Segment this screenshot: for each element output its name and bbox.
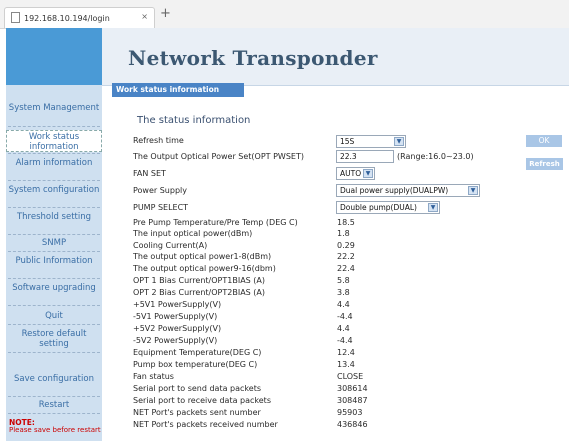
- status-label: +5V2 PowerSupply(V): [133, 324, 222, 333]
- status-value: 13.4: [337, 360, 355, 369]
- power-supply-value: Dual power supply(DUALPW): [340, 186, 449, 195]
- fan-set-label: FAN SET: [133, 169, 166, 178]
- chevron-down-icon: ▼: [468, 186, 478, 195]
- refresh-button[interactable]: Refresh: [526, 158, 563, 170]
- status-value: -4.4: [337, 312, 353, 321]
- sidebar-divider: [8, 153, 100, 154]
- sidebar-item-public-information[interactable]: Public Information: [6, 256, 102, 266]
- pump-select-select[interactable]: Double pump(DUAL) ▼: [336, 201, 440, 214]
- status-value: -4.4: [337, 336, 353, 345]
- sidebar-item-software-upgrading[interactable]: Software upgrading: [6, 283, 102, 293]
- status-label: OPT 1 Bias Current/OPT1BIAS (A): [133, 276, 266, 285]
- status-label: Serial port to send data packets: [133, 384, 261, 393]
- power-supply-select[interactable]: Dual power supply(DUALPW) ▼: [336, 184, 480, 197]
- opt-pwset-range: (Range:16.0~23.0): [397, 152, 474, 161]
- power-supply-label: Power Supply: [133, 186, 187, 195]
- refresh-time-value: 15S: [340, 137, 355, 146]
- sidebar-divider: [8, 126, 100, 127]
- sidebar-item-system-configuration[interactable]: System configuration: [6, 185, 102, 195]
- sidebar-item-restore-default[interactable]: Restore default setting: [6, 329, 102, 349]
- note-text: Please save before restart: [9, 426, 101, 434]
- opt-pwset-input[interactable]: 22.3: [336, 150, 394, 163]
- pump-select-value: Double pump(DUAL): [340, 203, 417, 212]
- browser-tab-bar: 192.168.10.194/login × +: [0, 0, 569, 29]
- sidebar-divider: [8, 278, 100, 279]
- status-label: Fan status: [133, 372, 174, 381]
- fan-set-value: AUTO: [340, 169, 362, 178]
- status-value: 308487: [337, 396, 368, 405]
- status-value: 4.4: [337, 300, 350, 309]
- sidebar-item-alarm[interactable]: Alarm information: [6, 158, 102, 168]
- sidebar-item-quit[interactable]: Quit: [6, 311, 102, 321]
- status-label: Pump box temperature(DEG C): [133, 360, 258, 369]
- status-label: -5V2 PowerSupply(V): [133, 336, 218, 345]
- status-value: 12.4: [337, 348, 355, 357]
- sidebar-item-save-configuration[interactable]: Save configuration: [6, 374, 102, 384]
- sidebar-divider: [8, 251, 100, 252]
- status-label: NET Port's packets received number: [133, 420, 278, 429]
- status-label: The output optical power1-8(dBm): [133, 252, 272, 261]
- status-label: OPT 2 Bias Current/OPT2BIAS (A): [133, 288, 266, 297]
- sidebar-item-work-status[interactable]: Work status information: [6, 130, 102, 152]
- status-label: -5V1 PowerSupply(V): [133, 312, 218, 321]
- status-value: 0.29: [337, 241, 355, 250]
- status-value: 4.4: [337, 324, 350, 333]
- sidebar-divider: [8, 324, 100, 325]
- page-title: Network Transponder: [128, 46, 378, 70]
- sidebar-divider: [8, 352, 100, 353]
- status-value: 18.5: [337, 218, 355, 227]
- status-label: Pre Pump Temperature/Pre Temp (DEG C): [133, 218, 298, 227]
- status-label: Cooling Current(A): [133, 241, 208, 250]
- sidebar-divider: [8, 305, 100, 306]
- chevron-down-icon: ▼: [428, 203, 438, 212]
- sidebar-item-restart[interactable]: Restart: [6, 400, 102, 410]
- status-label: The input optical power(dBm): [133, 229, 253, 238]
- status-label: Equipment Temperature(DEG C): [133, 348, 262, 357]
- refresh-time-select[interactable]: 15S ▼: [336, 135, 406, 148]
- fan-set-select[interactable]: AUTO ▼: [336, 167, 375, 180]
- status-label: +5V1 PowerSupply(V): [133, 300, 222, 309]
- status-value: 436846: [337, 420, 368, 429]
- status-label: Serial port to receive data packets: [133, 396, 271, 405]
- opt-pwset-label: The Output Optical Power Set(OPT PWSET): [133, 152, 304, 161]
- status-value: 5.8: [337, 276, 350, 285]
- pump-select-label: PUMP SELECT: [133, 203, 189, 212]
- sidebar-item-system-management[interactable]: System Management: [6, 103, 102, 113]
- section-tab-work-status: Work status information: [112, 83, 244, 97]
- sidebar-divider: [8, 207, 100, 208]
- status-value: 22.2: [337, 252, 355, 261]
- refresh-time-label: Refresh time: [133, 136, 184, 145]
- close-tab-icon[interactable]: ×: [141, 12, 148, 21]
- page-icon: [11, 12, 20, 23]
- status-label: NET Port's packets sent number: [133, 408, 261, 417]
- sidebar-item-snmp[interactable]: SNMP: [6, 238, 102, 248]
- ok-button[interactable]: OK: [526, 135, 562, 147]
- status-value: 95903: [337, 408, 363, 417]
- content-title: The status information: [137, 115, 251, 126]
- header-logo-area: [6, 28, 102, 85]
- status-value: 3.8: [337, 288, 350, 297]
- status-value: 22.4: [337, 264, 355, 273]
- status-value: 1.8: [337, 229, 350, 238]
- status-value: 308614: [337, 384, 368, 393]
- sidebar-divider: [8, 180, 100, 181]
- sidebar-divider: [8, 396, 100, 397]
- sidebar-divider: [8, 413, 100, 414]
- browser-tab[interactable]: 192.168.10.194/login ×: [4, 7, 155, 28]
- sidebar-item-threshold[interactable]: Threshold setting: [6, 212, 102, 222]
- new-tab-button[interactable]: +: [160, 6, 171, 21]
- status-label: The output optical power9-16(dbm): [133, 264, 276, 273]
- sidebar-divider: [8, 234, 100, 235]
- chevron-down-icon: ▼: [363, 169, 373, 178]
- chevron-down-icon: ▼: [394, 137, 404, 146]
- status-value: CLOSE: [337, 372, 364, 381]
- tab-title: 192.168.10.194/login: [24, 14, 110, 23]
